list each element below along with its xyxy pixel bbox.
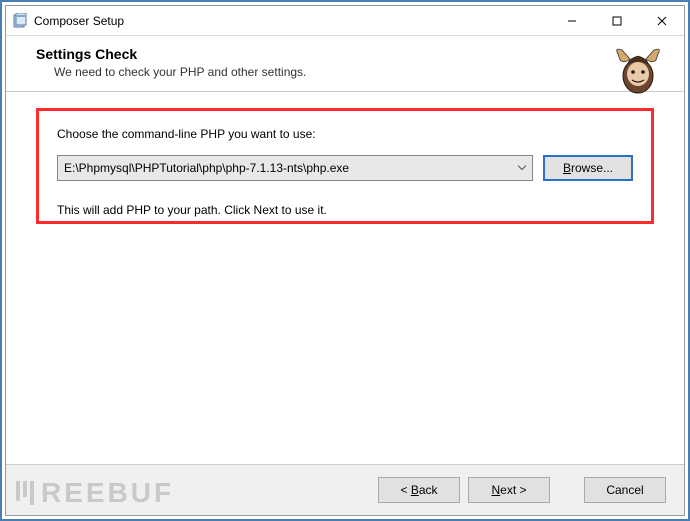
wizard-footer: < Back Next > Cancel xyxy=(6,464,684,515)
minimize-button[interactable] xyxy=(549,6,594,35)
php-path-row: Browse... xyxy=(57,155,633,181)
php-path-combo[interactable] xyxy=(57,155,533,181)
wizard-content: Choose the command-line PHP you want to … xyxy=(6,92,684,464)
close-button[interactable] xyxy=(639,6,684,35)
installer-window: Composer Setup Settings Check We need to… xyxy=(5,5,685,516)
page-title: Settings Check xyxy=(36,46,664,62)
browse-button[interactable]: Browse... xyxy=(543,155,633,181)
next-button[interactable]: Next > xyxy=(468,477,550,503)
app-icon xyxy=(12,13,28,29)
php-path-input[interactable] xyxy=(57,155,533,181)
highlight-annotation: Choose the command-line PHP you want to … xyxy=(36,108,654,224)
window-controls xyxy=(549,6,684,35)
wizard-header: Settings Check We need to check your PHP… xyxy=(6,36,684,92)
page-subtitle: We need to check your PHP and other sett… xyxy=(54,65,664,79)
path-note: This will add PHP to your path. Click Ne… xyxy=(57,203,633,217)
php-path-label: Choose the command-line PHP you want to … xyxy=(57,127,633,141)
cancel-button[interactable]: Cancel xyxy=(584,477,666,503)
window-title: Composer Setup xyxy=(34,14,549,28)
maximize-button[interactable] xyxy=(594,6,639,35)
titlebar: Composer Setup xyxy=(6,6,684,36)
back-button[interactable]: < Back xyxy=(378,477,460,503)
